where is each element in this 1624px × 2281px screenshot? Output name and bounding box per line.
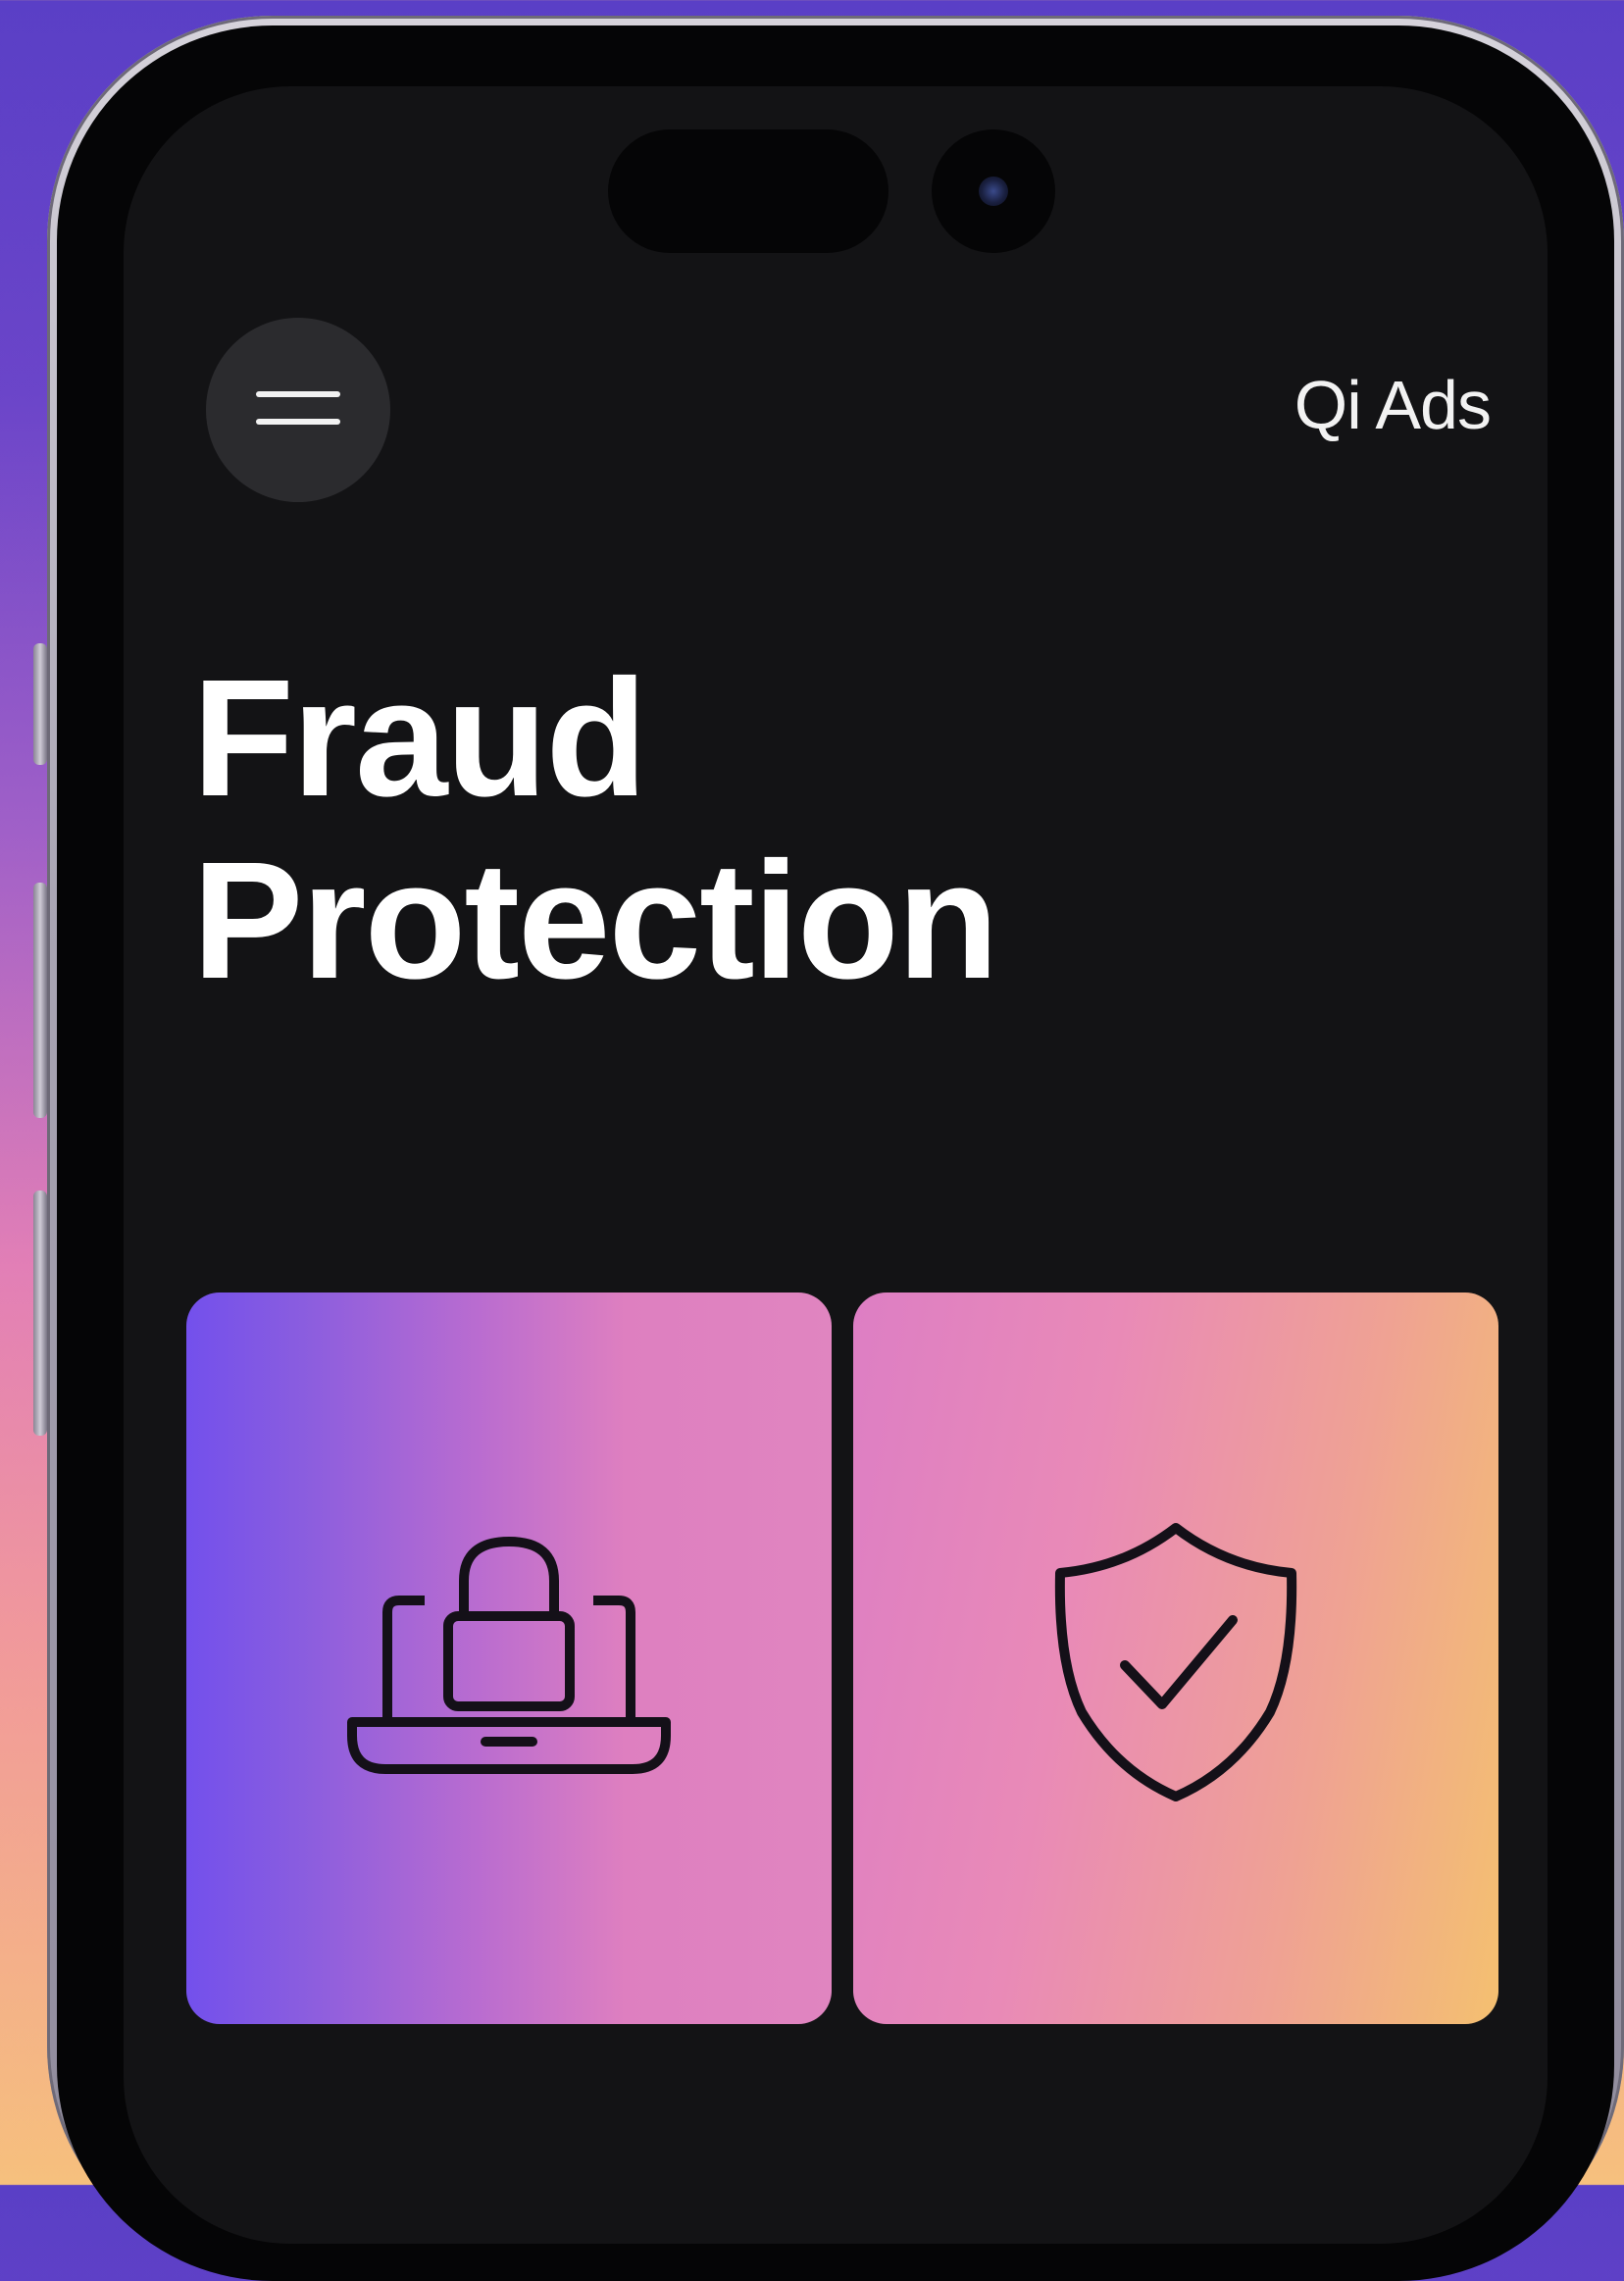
page-title-line-1: Fraud (192, 645, 647, 832)
phone-screen: Qi Ads Fraud Protection (124, 86, 1548, 2244)
front-camera (932, 129, 1055, 253)
volume-down-button (33, 1191, 47, 1436)
page-title-line-2: Protection (192, 828, 999, 1014)
menu-button[interactable] (206, 318, 390, 502)
dynamic-island (608, 129, 888, 253)
brand-name[interactable]: Qi Ads (1294, 371, 1492, 439)
page-title: Fraud Protection (192, 645, 999, 1014)
camera-lens (979, 177, 1008, 206)
shield-check-icon (1054, 1523, 1297, 1801)
hamburger-menu-icon (256, 391, 340, 425)
mute-switch (33, 643, 47, 765)
volume-up-button (33, 883, 47, 1118)
laptop-lock-icon (347, 1536, 671, 1774)
shield-verified-card[interactable] (853, 1293, 1498, 2024)
laptop-security-card[interactable] (186, 1293, 832, 2024)
